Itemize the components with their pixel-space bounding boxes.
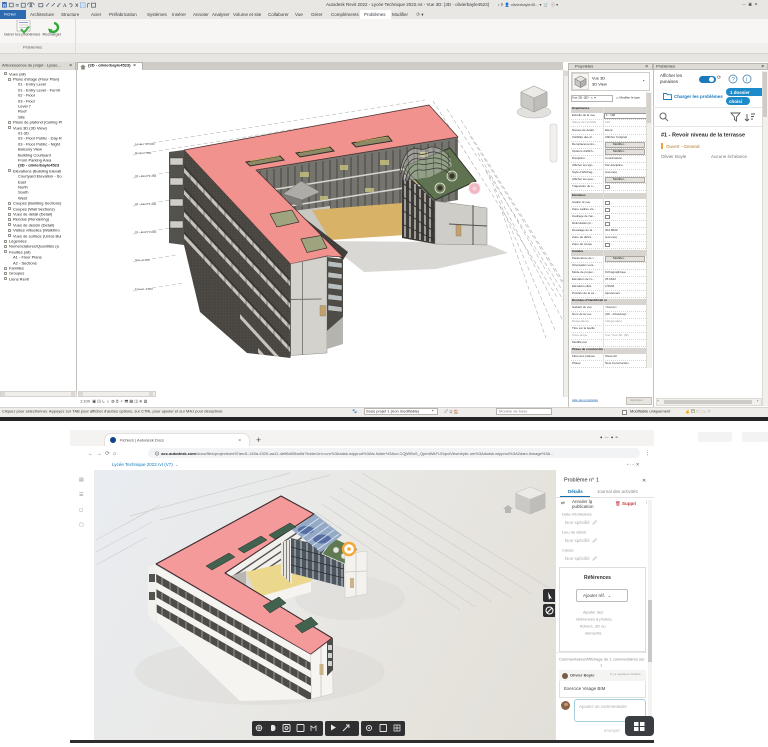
svg-text:Found -1.200: Found -1.200 — [135, 287, 153, 291]
svg-text:02 - Floor 5.400: 02 - Floor 5.400 — [135, 202, 157, 206]
svg-text:A: A — [63, 3, 67, 8]
svg-text:Level 7 21.000: Level 7 21.000 — [135, 142, 155, 146]
svg-text:03 - Floor 9.450: 03 - Floor 9.450 — [135, 174, 157, 178]
svg-text:01 - Entry 0.000: 01 - Entry 0.000 — [135, 230, 157, 234]
svg-text:Site -0.450: Site -0.450 — [135, 258, 150, 262]
svg-text:Roof 17.550: Roof 17.550 — [135, 151, 152, 155]
svg-text:?: ? — [731, 76, 735, 83]
svg-text:R: R — [3, 3, 7, 9]
svg-text:i: i — [746, 76, 747, 83]
